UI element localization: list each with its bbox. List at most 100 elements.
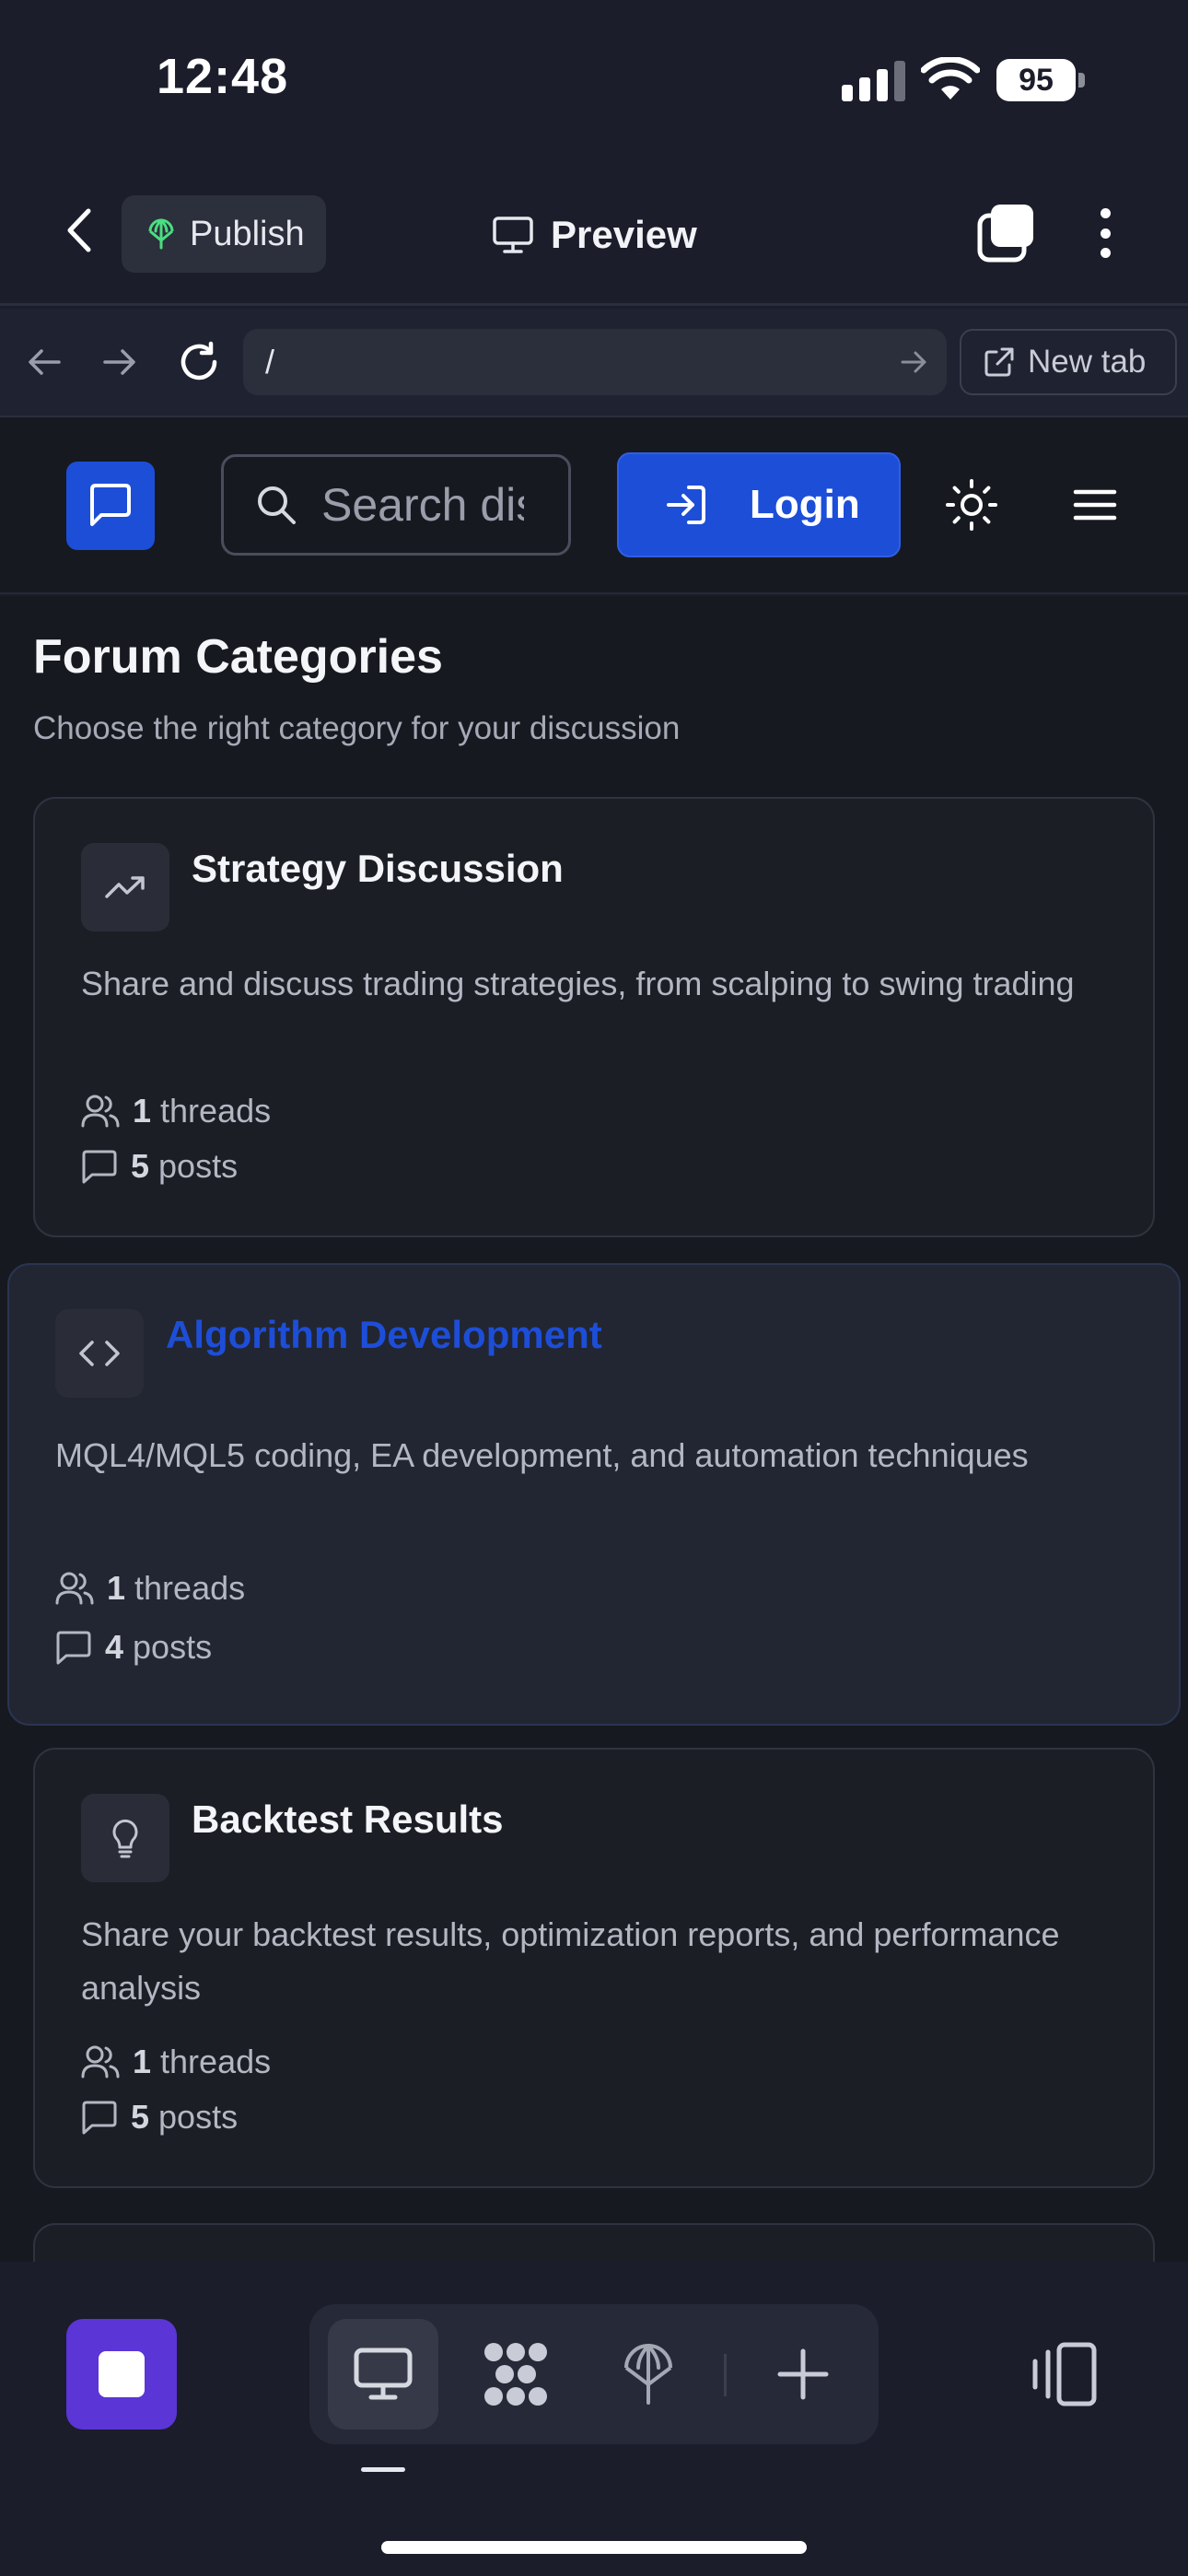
battery-percent: 95	[1019, 63, 1054, 98]
code-icon	[79, 1341, 120, 1366]
sun-icon[interactable]	[945, 478, 998, 532]
posts-number: 5	[131, 1147, 150, 1185]
posts-count: 5 posts	[81, 2098, 238, 2137]
app-top-bar: Publish Preview	[0, 157, 1188, 306]
side-panel-icon[interactable]	[1028, 2337, 1101, 2411]
category-card-strategy-discussion[interactable]: Strategy Discussion Share and discuss tr…	[33, 797, 1155, 1237]
wifi-icon	[921, 57, 980, 100]
category-description: Share your backtest results, optimizatio…	[81, 1915, 1060, 2007]
back-button[interactable]	[52, 203, 107, 258]
new-tab-label: New tab	[1028, 344, 1147, 380]
publish-label: Publish	[190, 214, 305, 253]
posts-number: 5	[131, 2098, 150, 2136]
threads-number: 1	[107, 1569, 126, 1607]
divider	[724, 2354, 727, 2396]
chevron-left-icon	[67, 208, 91, 252]
site-header: Login	[0, 417, 1188, 594]
status-bar: 12:48 95	[0, 0, 1188, 157]
posts-label: posts	[158, 2098, 239, 2136]
threads-label: threads	[160, 1092, 272, 1130]
publish-icon	[148, 218, 174, 250]
dot	[1100, 248, 1111, 258]
new-tab-button[interactable]: New tab	[960, 329, 1177, 395]
bottom-toolbar	[0, 2262, 1188, 2576]
lightbulb-icon	[112, 1819, 138, 1858]
desktop-mode-button[interactable]	[328, 2319, 438, 2430]
go-arrow-icon[interactable]	[895, 344, 932, 381]
search-box[interactable]	[221, 454, 571, 556]
threads-label: threads	[134, 1569, 246, 1607]
more-options-button[interactable]	[1079, 203, 1131, 263]
chat-bubble-icon	[90, 484, 131, 526]
url-text: /	[265, 343, 275, 381]
publish-button[interactable]: Publish	[122, 195, 326, 273]
threads-count: 1 threads	[81, 2043, 271, 2081]
message-square-icon	[82, 1150, 117, 1184]
hamburger-menu-icon[interactable]	[1072, 478, 1118, 532]
monitor-icon	[493, 217, 533, 253]
search-icon	[258, 486, 296, 524]
dot	[1100, 228, 1111, 239]
publish-mode-button[interactable]	[593, 2319, 704, 2430]
category-title[interactable]: Algorithm Development	[166, 1313, 602, 1357]
category-description: MQL4/MQL5 coding, EA development, and au…	[55, 1436, 1029, 1474]
external-link-icon	[984, 347, 1014, 377]
threads-label: threads	[160, 2043, 272, 2080]
category-icon-box	[55, 1309, 144, 1398]
publish-icon	[624, 2344, 672, 2405]
category-icon-box	[81, 1794, 169, 1882]
status-time: 12:48	[157, 49, 289, 104]
posts-number: 4	[105, 1628, 124, 1666]
threads-number: 1	[133, 1092, 152, 1130]
users-icon	[81, 2045, 120, 2078]
threads-number: 1	[133, 2043, 152, 2080]
threads-count: 1 threads	[81, 1092, 271, 1130]
arrow-right-icon	[103, 349, 135, 375]
battery-icon: 95	[996, 59, 1085, 101]
cellular-signal-icon	[842, 61, 905, 101]
tabs-icon[interactable]	[976, 203, 1037, 263]
login-icon	[667, 486, 705, 524]
browser-forward-button[interactable]	[92, 334, 147, 390]
login-label: Login	[750, 482, 860, 527]
grid-mode-button[interactable]	[460, 2319, 571, 2430]
site-logo[interactable]	[66, 462, 155, 550]
plus-icon	[777, 2348, 829, 2400]
browser-toolbar: / New tab	[0, 309, 1188, 417]
app-switcher-button[interactable]	[66, 2319, 177, 2430]
category-card-algorithm-development[interactable]: Algorithm Development MQL4/MQL5 coding, …	[7, 1263, 1181, 1726]
posts-label: posts	[133, 1628, 213, 1666]
add-button[interactable]	[748, 2319, 858, 2430]
posts-count: 4 posts	[55, 1628, 212, 1667]
home-indicator	[381, 2541, 807, 2554]
reload-button[interactable]	[171, 334, 227, 390]
message-square-icon	[82, 2101, 117, 2135]
search-input[interactable]	[321, 478, 524, 532]
category-card-partial[interactable]	[33, 2223, 1155, 2262]
browser-back-button[interactable]	[17, 334, 72, 390]
page-subtitle: Choose the right category for your discu…	[33, 710, 681, 746]
reload-icon	[181, 341, 217, 381]
category-title[interactable]: Backtest Results	[192, 1797, 503, 1842]
threads-count: 1 threads	[55, 1569, 245, 1608]
category-card-backtest-results[interactable]: Backtest Results Share your backtest res…	[33, 1748, 1155, 2188]
users-icon	[81, 1095, 120, 1128]
main-content: Forum Categories Choose the right catego…	[0, 596, 1188, 2262]
message-square-icon	[56, 1631, 91, 1665]
page-title: Forum Categories	[33, 630, 443, 684]
stop-icon	[99, 2351, 145, 2397]
trending-up-icon	[105, 876, 145, 898]
preview-title: Preview	[492, 203, 697, 267]
mode-switcher	[309, 2304, 879, 2444]
preview-label: Preview	[551, 213, 697, 256]
category-description: Share and discuss trading strategies, fr…	[81, 965, 1075, 1002]
login-button[interactable]: Login	[617, 452, 901, 557]
arrow-left-icon	[29, 349, 61, 375]
category-title[interactable]: Strategy Discussion	[192, 847, 564, 891]
desktop-icon	[354, 2348, 413, 2400]
posts-label: posts	[158, 1147, 239, 1185]
category-icon-box	[81, 843, 169, 931]
active-mode-indicator	[361, 2467, 405, 2472]
posts-count: 5 posts	[81, 1147, 238, 1186]
url-field[interactable]: /	[243, 329, 947, 395]
